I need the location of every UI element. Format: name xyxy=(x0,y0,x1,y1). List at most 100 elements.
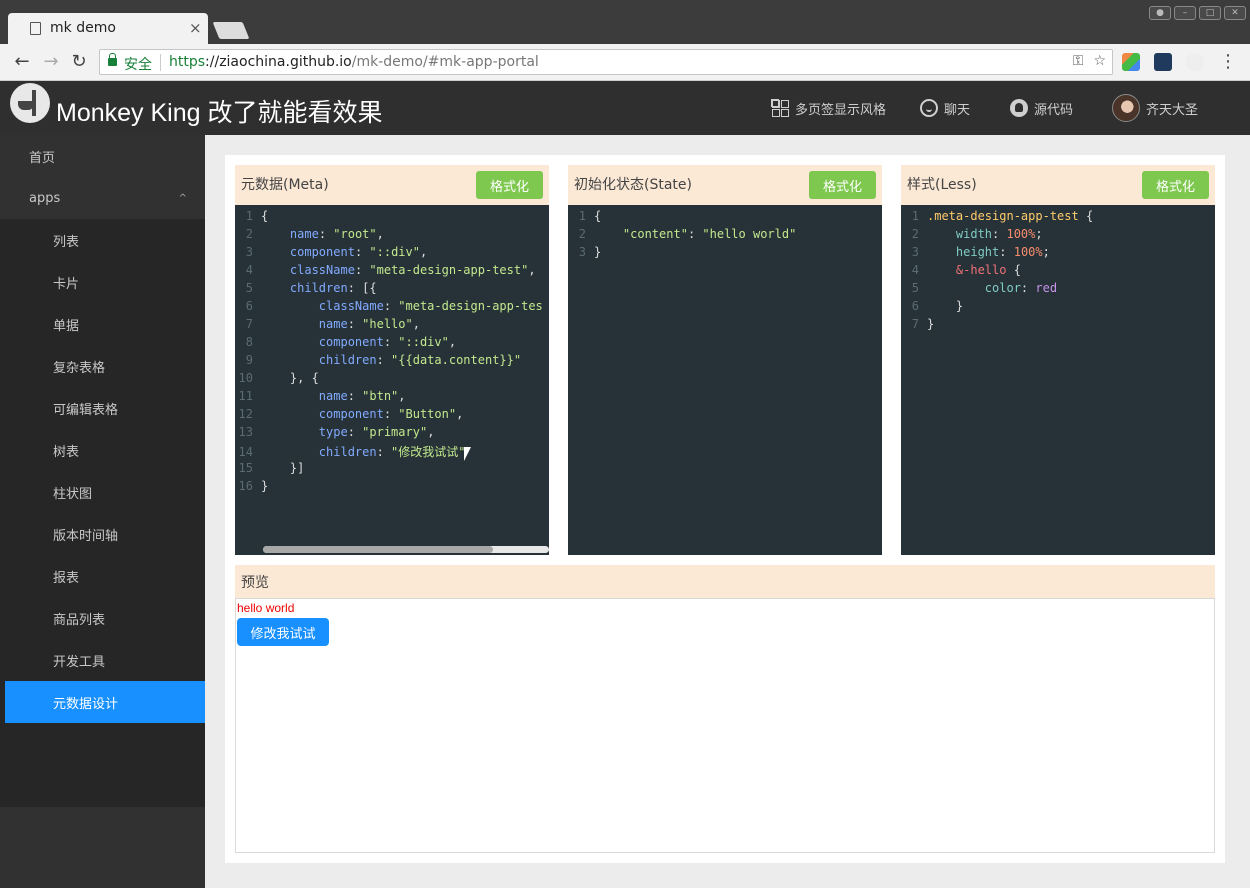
tab-title: mk demo xyxy=(50,20,116,36)
menu-icon[interactable]: ⋮ xyxy=(1217,51,1239,73)
meta-design-card: 元数据(Meta) 格式化 1{ 2 name: "root", 3 compo… xyxy=(225,155,1225,863)
sidebar-item-product-list[interactable]: 商品列表 xyxy=(0,597,205,639)
format-style-button[interactable]: 格式化 xyxy=(1142,171,1209,199)
close-window-icon[interactable]: ✕ xyxy=(1224,6,1246,20)
key-icon[interactable]: ⚿ xyxy=(1073,53,1084,69)
browser-tabstrip: mk demo × ● – □ ✕ xyxy=(0,0,1250,44)
source-code-button[interactable]: 源代码 xyxy=(1010,81,1073,135)
preview-header: 预览 xyxy=(235,565,1215,598)
sidebar-item-bar-chart[interactable]: 柱状图 xyxy=(0,471,205,513)
secure-label: 安全 xyxy=(124,57,152,73)
url-scheme: https xyxy=(169,54,206,70)
source-code-label: 源代码 xyxy=(1034,102,1074,118)
react-devtools-icon[interactable] xyxy=(1154,53,1172,71)
chevron-up-icon: ^ xyxy=(178,192,187,204)
sidebar-item-label: apps xyxy=(29,190,61,206)
state-panel: 初始化状态(State) 格式化 1{ 2 "content": "hello … xyxy=(568,165,882,555)
sidebar-item-list[interactable]: 列表 xyxy=(0,219,205,261)
sidebar-item-label: 首页 xyxy=(29,150,56,166)
sidebar-item-label: 商品列表 xyxy=(53,612,106,628)
multi-tab-style-button[interactable]: 多页签显示风格 xyxy=(771,81,886,135)
sidebar-item-dev-tools[interactable]: 开发工具 xyxy=(0,639,205,681)
sidebar-item-label: 列表 xyxy=(53,234,80,250)
chat-button[interactable]: 聊天 xyxy=(920,81,970,135)
state-panel-header: 初始化状态(State) 格式化 xyxy=(568,165,882,205)
sidebar-item-label: 版本时间轴 xyxy=(53,528,119,544)
style-code-editor[interactable]: 1 .meta-design-app-test { 2 width: 100%; … xyxy=(901,205,1215,555)
sidebar-item-label: 报表 xyxy=(53,570,80,586)
meta-panel-header: 元数据(Meta) 格式化 xyxy=(235,165,549,205)
grid-icon xyxy=(771,99,789,117)
logo[interactable] xyxy=(10,83,50,123)
url-host: ://ziaochina.github.io xyxy=(205,54,352,70)
star-icon[interactable]: ☆ xyxy=(1093,53,1106,69)
sidebar-item-report[interactable]: 报表 xyxy=(0,555,205,597)
url-text[interactable]: https://ziaochina.github.io/mk-demo/#mk-… xyxy=(169,54,539,70)
lock-icon xyxy=(108,53,117,66)
chat-label: 聊天 xyxy=(944,102,971,118)
divider xyxy=(160,54,161,71)
style-panel: 样式(Less) 格式化 1 .meta-design-app-test { 2 … xyxy=(901,165,1215,555)
preview-area: hello world 修改我试试 xyxy=(235,598,1215,853)
sidebar-item-label: 开发工具 xyxy=(53,654,106,670)
app-title: Monkey King 改了就能看效果 xyxy=(56,99,383,127)
state-code-editor[interactable]: 1{ 2 "content": "hello world" 3} xyxy=(568,205,882,555)
multi-tab-style-label: 多页签显示风格 xyxy=(795,102,887,118)
main-content: 元数据(Meta) 格式化 1{ 2 name: "root", 3 compo… xyxy=(205,135,1250,888)
sidebar-item-label: 复杂表格 xyxy=(53,360,106,376)
document-icon xyxy=(30,22,41,35)
meta-code-editor[interactable]: 1{ 2 name: "root", 3 component: "::div",… xyxy=(235,205,549,555)
browser-tab[interactable]: mk demo × xyxy=(8,13,208,44)
window-controls: ● – □ ✕ xyxy=(1149,6,1246,20)
user-icon[interactable]: ● xyxy=(1149,6,1171,20)
sidebar-item-home[interactable]: 首页 xyxy=(0,135,205,177)
app-header: Monkey King 改了就能看效果 多页签显示风格 聊天 源代码 齐天大圣 xyxy=(0,81,1250,135)
style-panel-title: 样式(Less) xyxy=(907,177,977,193)
mouse-cursor-icon xyxy=(464,447,471,461)
state-panel-title: 初始化状态(State) xyxy=(574,177,692,193)
omnibox-icons: ⚿ ☆ xyxy=(1073,53,1106,69)
extension-icon[interactable] xyxy=(1122,53,1140,71)
sidebar-item-meta-design[interactable]: 元数据设计 xyxy=(5,681,205,723)
minimize-icon[interactable]: – xyxy=(1174,6,1196,20)
tab-close-icon[interactable]: × xyxy=(189,19,202,37)
format-state-button[interactable]: 格式化 xyxy=(809,171,876,199)
user-name: 齐天大圣 xyxy=(1146,102,1199,118)
avatar xyxy=(1112,94,1140,122)
forward-icon[interactable]: → xyxy=(40,51,62,73)
preview-title: 预览 xyxy=(241,575,269,591)
scrollbar-thumb[interactable] xyxy=(263,546,493,553)
horizontal-scrollbar[interactable] xyxy=(263,546,549,553)
smile-icon xyxy=(920,99,938,117)
sidebar-item-label: 单据 xyxy=(53,318,80,334)
sidebar-item-label: 元数据设计 xyxy=(53,696,119,712)
extension-icon[interactable] xyxy=(1186,53,1204,71)
new-tab-button[interactable] xyxy=(212,22,250,39)
back-icon[interactable]: ← xyxy=(11,51,33,73)
sidebar-item-label: 可编辑表格 xyxy=(53,402,119,418)
browser-toolbar: ← → ↻ 安全 https://ziaochina.github.io/mk-… xyxy=(0,44,1250,81)
sidebar-item-editable-table[interactable]: 可编辑表格 xyxy=(0,387,205,429)
address-bar[interactable]: 安全 https://ziaochina.github.io/mk-demo/#… xyxy=(99,49,1113,75)
sidebar-item-tree-table[interactable]: 树表 xyxy=(0,429,205,471)
sidebar-item-label: 树表 xyxy=(53,444,80,460)
user-menu[interactable]: 齐天大圣 xyxy=(1112,81,1198,135)
format-meta-button[interactable]: 格式化 xyxy=(476,171,543,199)
sidebar-item-label: 卡片 xyxy=(53,276,80,292)
meta-panel-title: 元数据(Meta) xyxy=(241,177,329,193)
sidebar-item-voucher[interactable]: 单据 xyxy=(0,303,205,345)
style-panel-header: 样式(Less) 格式化 xyxy=(901,165,1215,205)
sidebar-group-apps[interactable]: apps ^ xyxy=(0,177,205,219)
reload-icon[interactable]: ↻ xyxy=(68,51,90,73)
meta-panel: 元数据(Meta) 格式化 1{ 2 name: "root", 3 compo… xyxy=(235,165,549,555)
sidebar-item-version-timeline[interactable]: 版本时间轴 xyxy=(0,513,205,555)
url-path: /mk-demo/#mk-app-portal xyxy=(351,54,539,70)
sidebar-item-card[interactable]: 卡片 xyxy=(0,261,205,303)
github-icon xyxy=(1010,99,1028,117)
sidebar-item-label: 柱状图 xyxy=(53,486,93,502)
try-modify-button[interactable]: 修改我试试 xyxy=(237,618,329,646)
sidebar-item-complex-table[interactable]: 复杂表格 xyxy=(0,345,205,387)
maximize-icon[interactable]: □ xyxy=(1199,6,1221,20)
sidebar: 首页 apps ^ 列表 卡片 单据 复杂表格 可编辑表格 树表 柱状图 版本时… xyxy=(0,135,205,888)
hello-text: hello world xyxy=(237,601,295,615)
